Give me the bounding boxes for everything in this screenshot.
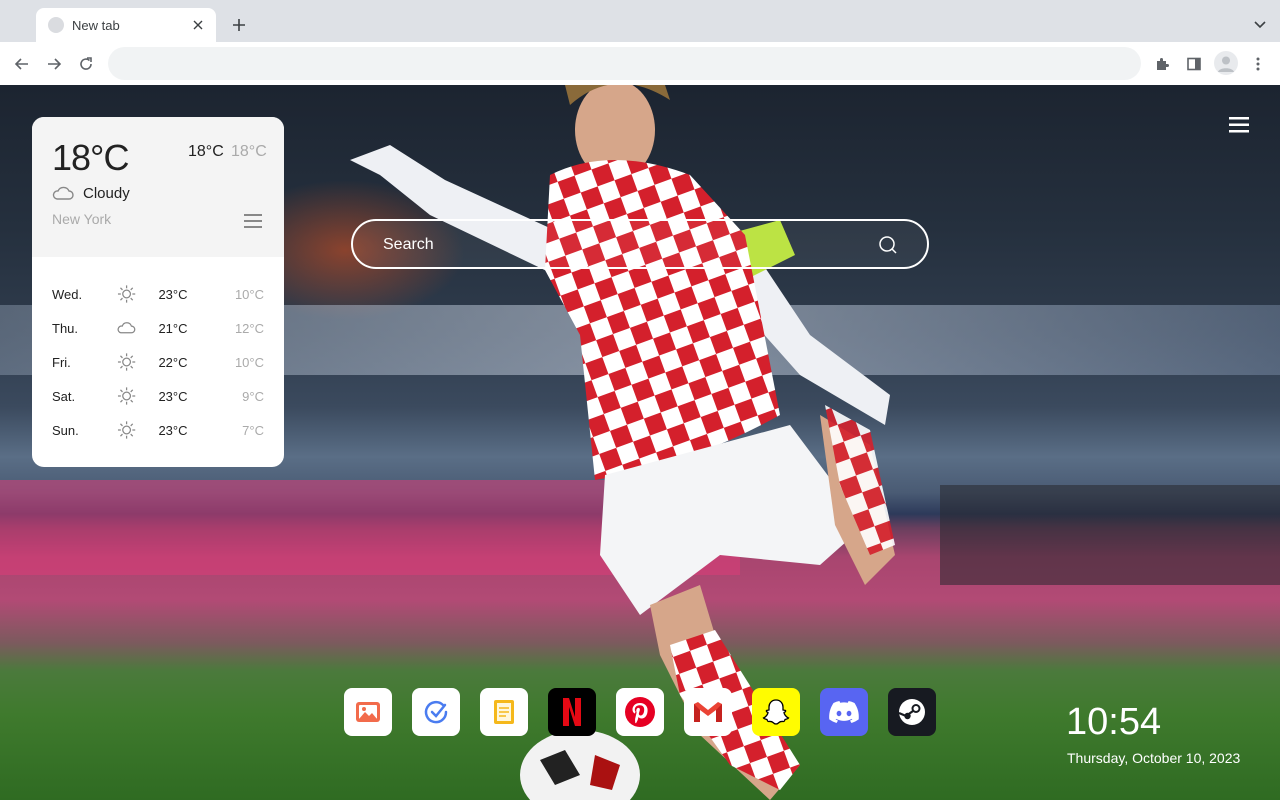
temperature-low: 18°C	[231, 143, 267, 160]
forecast-high: 21°C	[158, 320, 188, 336]
favicon-icon	[48, 17, 64, 33]
forecast-row: Thu. 21°C 12°C	[52, 311, 264, 345]
steam-icon	[898, 699, 925, 725]
forward-icon[interactable]	[42, 52, 66, 76]
shortcut-notes[interactable]	[480, 688, 528, 736]
side-panel-icon[interactable]	[1182, 52, 1206, 76]
check-circle-icon	[424, 700, 448, 724]
forecast-row: Wed. 23°C 10°C	[52, 277, 264, 311]
forecast-high: 22°C	[158, 354, 188, 370]
shortcut-gmail[interactable]	[684, 688, 732, 736]
tab-new-tab[interactable]: New tab	[36, 8, 216, 42]
forecast-day: Thu.	[52, 320, 79, 336]
menu-icon[interactable]	[1229, 117, 1249, 133]
toolbar	[0, 42, 1280, 85]
weather-widget[interactable]: 18°C 18°C 18°C Cloudy New York Wed. 23°C…	[32, 117, 284, 467]
shortcut-dock	[344, 688, 936, 736]
discord-icon	[829, 701, 859, 723]
search-input[interactable]	[383, 233, 863, 257]
extensions-icon[interactable]	[1150, 52, 1174, 76]
chevron-down-icon[interactable]	[1252, 16, 1268, 32]
forecast-high: 23°C	[158, 286, 188, 302]
weather-city: New York	[52, 211, 112, 227]
weather-current: 18°C 18°C 18°C Cloudy New York	[32, 117, 284, 257]
tab-title: New tab	[72, 17, 120, 33]
weather-condition: Cloudy	[83, 185, 130, 202]
forecast-low: 9°C	[242, 388, 264, 404]
sun-icon	[118, 421, 136, 439]
profile-icon[interactable]	[1214, 51, 1238, 75]
shortcut-gallery[interactable]	[344, 688, 392, 736]
notes-icon	[494, 700, 514, 724]
forecast-low: 12°C	[234, 320, 264, 336]
address-bar[interactable]	[108, 47, 1141, 80]
sun-icon	[118, 387, 136, 405]
shortcut-tasks[interactable]	[412, 688, 460, 736]
snapchat-icon	[762, 699, 790, 725]
shortcut-netflix[interactable]	[548, 688, 596, 736]
forecast-day: Sat.	[52, 388, 76, 404]
search-box[interactable]	[351, 219, 929, 269]
sun-icon	[118, 285, 136, 303]
temperature-high: 18°C	[188, 143, 224, 160]
forecast-high: 23°C	[158, 422, 188, 438]
netflix-icon	[563, 698, 581, 726]
forecast-row: Sat. 23°C 9°C	[52, 379, 264, 413]
shortcut-snapchat[interactable]	[752, 688, 800, 736]
plus-icon[interactable]	[228, 14, 250, 36]
shortcut-steam[interactable]	[888, 688, 936, 736]
current-temperature: 18°C	[52, 137, 129, 178]
gmail-icon	[694, 702, 722, 722]
tab-strip: New tab	[0, 0, 1280, 42]
background-ad-board-right	[940, 485, 1280, 585]
forecast-day: Fri.	[52, 354, 71, 370]
forecast-row: Fri. 22°C 10°C	[52, 345, 264, 379]
sun-icon	[118, 353, 136, 371]
forecast-high: 23°C	[158, 388, 188, 404]
pinterest-icon	[625, 697, 655, 727]
forecast-low: 7°C	[242, 422, 264, 438]
cloud-icon	[52, 186, 74, 200]
more-vert-icon[interactable]	[1246, 52, 1270, 76]
shortcut-discord[interactable]	[820, 688, 868, 736]
search-icon[interactable]	[877, 234, 899, 256]
image-icon	[356, 702, 380, 722]
clock-time: 10:54	[1066, 701, 1162, 743]
forecast-low: 10°C	[234, 354, 264, 370]
forecast-low: 10°C	[234, 286, 264, 302]
weather-forecast: Wed. 23°C 10°C Thu. 21°C 12°C Fri. 22°C …	[32, 257, 284, 447]
menu-icon[interactable]	[244, 213, 262, 229]
reload-icon[interactable]	[74, 52, 98, 76]
forecast-day: Sun.	[52, 422, 79, 438]
clock-date: Thursday, October 10, 2023	[1067, 750, 1241, 766]
close-icon[interactable]	[190, 17, 206, 33]
cloud-icon	[117, 322, 136, 334]
forecast-day: Wed.	[52, 286, 83, 302]
back-icon[interactable]	[10, 52, 34, 76]
shortcut-pinterest[interactable]	[616, 688, 664, 736]
forecast-row: Sun. 23°C 7°C	[52, 413, 264, 447]
new-tab-page: 18°C 18°C 18°C Cloudy New York Wed. 23°C…	[0, 85, 1280, 800]
